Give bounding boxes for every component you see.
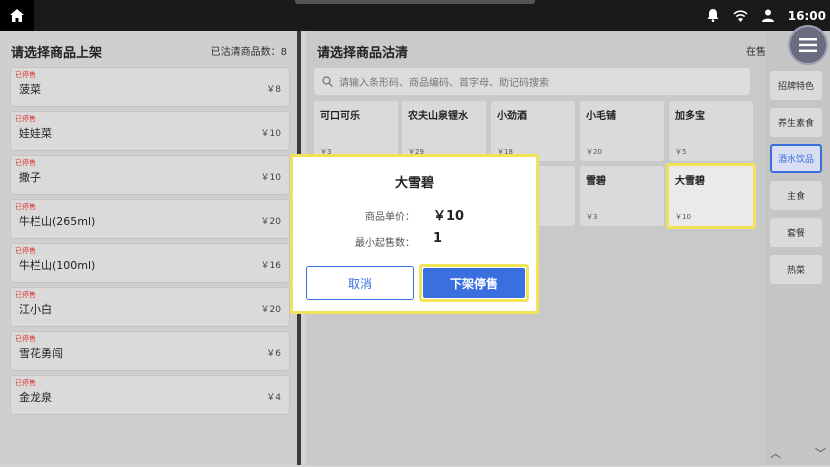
item-name: 雪花勇闯 bbox=[19, 347, 63, 360]
top-notch bbox=[295, 0, 535, 4]
search-placeholder: 请输入条形码、商品编码、首字母、助记码搜索 bbox=[339, 78, 549, 89]
card-price: ￥3 bbox=[586, 213, 598, 221]
item-price: ￥10 bbox=[260, 173, 281, 183]
delist-button[interactable]: 下架停售 bbox=[423, 268, 525, 298]
item-price: ￥20 bbox=[260, 305, 281, 315]
card-price: ￥5 bbox=[675, 148, 687, 156]
search-icon bbox=[322, 76, 333, 87]
category-column: 招牌特色 养生素食 酒水饮品 主食 套餐 热菜 bbox=[766, 31, 830, 465]
item-price: ￥20 bbox=[260, 217, 281, 227]
list-item[interactable]: 已停售江小白 ￥20 bbox=[10, 287, 290, 327]
item-price: ￥4 bbox=[266, 393, 281, 403]
card-name: 小劲酒 bbox=[497, 111, 527, 122]
category-item[interactable]: 热菜 bbox=[770, 255, 822, 284]
card-price: ￥20 bbox=[586, 148, 602, 156]
status-badge: 已停售 bbox=[15, 379, 36, 387]
category-item[interactable]: 招牌特色 bbox=[770, 71, 822, 100]
category-item[interactable]: 主食 bbox=[770, 181, 822, 210]
status-time: 16:00 bbox=[787, 8, 826, 23]
page-arrows: ︿ ﹀ bbox=[770, 445, 826, 461]
status-badge: 已停售 bbox=[15, 335, 36, 343]
dialog-title: 大雪碧 bbox=[394, 176, 434, 191]
item-name: 撒子 bbox=[19, 171, 41, 184]
product-card[interactable]: 农夫山泉锂水 ￥29 bbox=[402, 101, 486, 161]
category-item[interactable]: 养生素食 bbox=[770, 108, 822, 137]
list-item[interactable]: 已停售娃娃菜 ￥10 bbox=[10, 111, 290, 151]
card-name: 雪碧 bbox=[586, 176, 606, 187]
home-icon bbox=[10, 9, 24, 22]
status-badge: 已停售 bbox=[15, 71, 36, 79]
category-item-active[interactable]: 酒水饮品 bbox=[770, 144, 822, 173]
product-card[interactable]: 雪碧 ￥3 bbox=[580, 166, 664, 226]
chevron-up-icon[interactable]: ︿ bbox=[770, 445, 781, 461]
cancel-button[interactable]: 取消 bbox=[306, 266, 414, 300]
item-name: 金龙泉 bbox=[19, 391, 52, 404]
bell-icon bbox=[707, 9, 719, 22]
item-name: 菠菜 bbox=[19, 83, 41, 96]
soldout-count: 已沽清商品数：8 bbox=[210, 47, 287, 58]
min-qty-value: 1 bbox=[433, 231, 443, 246]
confirm-button-highlight: 下架停售 bbox=[419, 264, 529, 302]
card-name: 加多宝 bbox=[675, 111, 705, 122]
product-card[interactable]: 可口可乐 ￥3 bbox=[314, 101, 398, 161]
status-badge: 已停售 bbox=[15, 115, 36, 123]
hamburger-menu-icon bbox=[799, 38, 817, 52]
list-item[interactable]: 已停售撒子 ￥10 bbox=[10, 155, 290, 195]
item-name: 牛栏山(100ml) bbox=[19, 259, 96, 272]
top-status-bar: 16:00 bbox=[0, 0, 830, 31]
price-value: ￥10 bbox=[433, 209, 465, 224]
user-icon bbox=[761, 9, 774, 22]
card-name: 可口可乐 bbox=[320, 111, 360, 122]
status-badge: 已停售 bbox=[15, 203, 36, 211]
status-badge: 已停售 bbox=[15, 247, 36, 255]
product-card[interactable]: 小劲酒 ￥18 bbox=[491, 101, 575, 161]
chevron-down-icon[interactable]: ﹀ bbox=[815, 445, 826, 461]
product-card[interactable]: 小毛铺 ￥20 bbox=[580, 101, 664, 161]
shelve-panel: 请选择商品上架 已沽清商品数：8 已停售 菠菜 ￥8 已停售 娃娃菜 ￥10 已停售 撒子… bbox=[0, 31, 301, 465]
product-card-selected[interactable]: 大雪碧 ￥10 bbox=[666, 163, 756, 229]
list-item[interactable]: 已停售菠菜 ￥8 bbox=[10, 67, 290, 107]
item-name: 娃娃菜 bbox=[19, 127, 52, 140]
soldout-panel-title: 请选择商品沽清 bbox=[317, 46, 409, 61]
item-name: 江小白 bbox=[19, 303, 52, 316]
list-item[interactable]: 已停售金龙泉 ￥4 bbox=[10, 375, 290, 415]
soldout-list: 已停售 菠菜 ￥8 已停售 娃娃菜 ￥10 已停售 撒子 ￥10 已停售 牛栏山(265ml)… bbox=[10, 67, 290, 419]
card-price: ￥10 bbox=[675, 213, 691, 221]
status-badge: 已停售 bbox=[15, 159, 36, 167]
item-name: 牛栏山(265ml) bbox=[19, 215, 96, 228]
confirm-dialog: 大雪碧 商品单价： ￥10 最小起售数： 1 取消 下架停售 bbox=[290, 154, 539, 314]
home-button[interactable] bbox=[0, 0, 34, 31]
item-price: ￥10 bbox=[260, 129, 281, 139]
card-name: 大雪碧 bbox=[675, 176, 705, 187]
list-item[interactable]: 已停售牛栏山(100ml) ￥16 bbox=[10, 243, 290, 283]
item-price: ￥8 bbox=[266, 85, 281, 95]
item-price: ￥16 bbox=[260, 261, 281, 271]
category-item[interactable]: 套餐 bbox=[770, 218, 822, 247]
card-name: 小毛铺 bbox=[586, 111, 616, 122]
search-input[interactable]: 请输入条形码、商品编码、首字母、助记码搜索 bbox=[314, 68, 750, 95]
list-item[interactable]: 已停售雪花勇闯 ￥6 bbox=[10, 331, 290, 371]
menu-button[interactable] bbox=[788, 25, 828, 65]
status-badge: 已停售 bbox=[15, 291, 36, 299]
price-label: 商品单价： bbox=[365, 212, 415, 223]
product-card[interactable]: 加多宝 ￥5 bbox=[669, 101, 753, 161]
wifi-icon bbox=[733, 9, 748, 22]
item-price: ￥6 bbox=[266, 349, 281, 359]
shelve-panel-title: 请选择商品上架 bbox=[11, 46, 103, 61]
card-name: 农夫山泉锂水 bbox=[408, 111, 468, 122]
list-item[interactable]: 已停售牛栏山(265ml) ￥20 bbox=[10, 199, 290, 239]
min-qty-label: 最小起售数： bbox=[355, 238, 415, 249]
